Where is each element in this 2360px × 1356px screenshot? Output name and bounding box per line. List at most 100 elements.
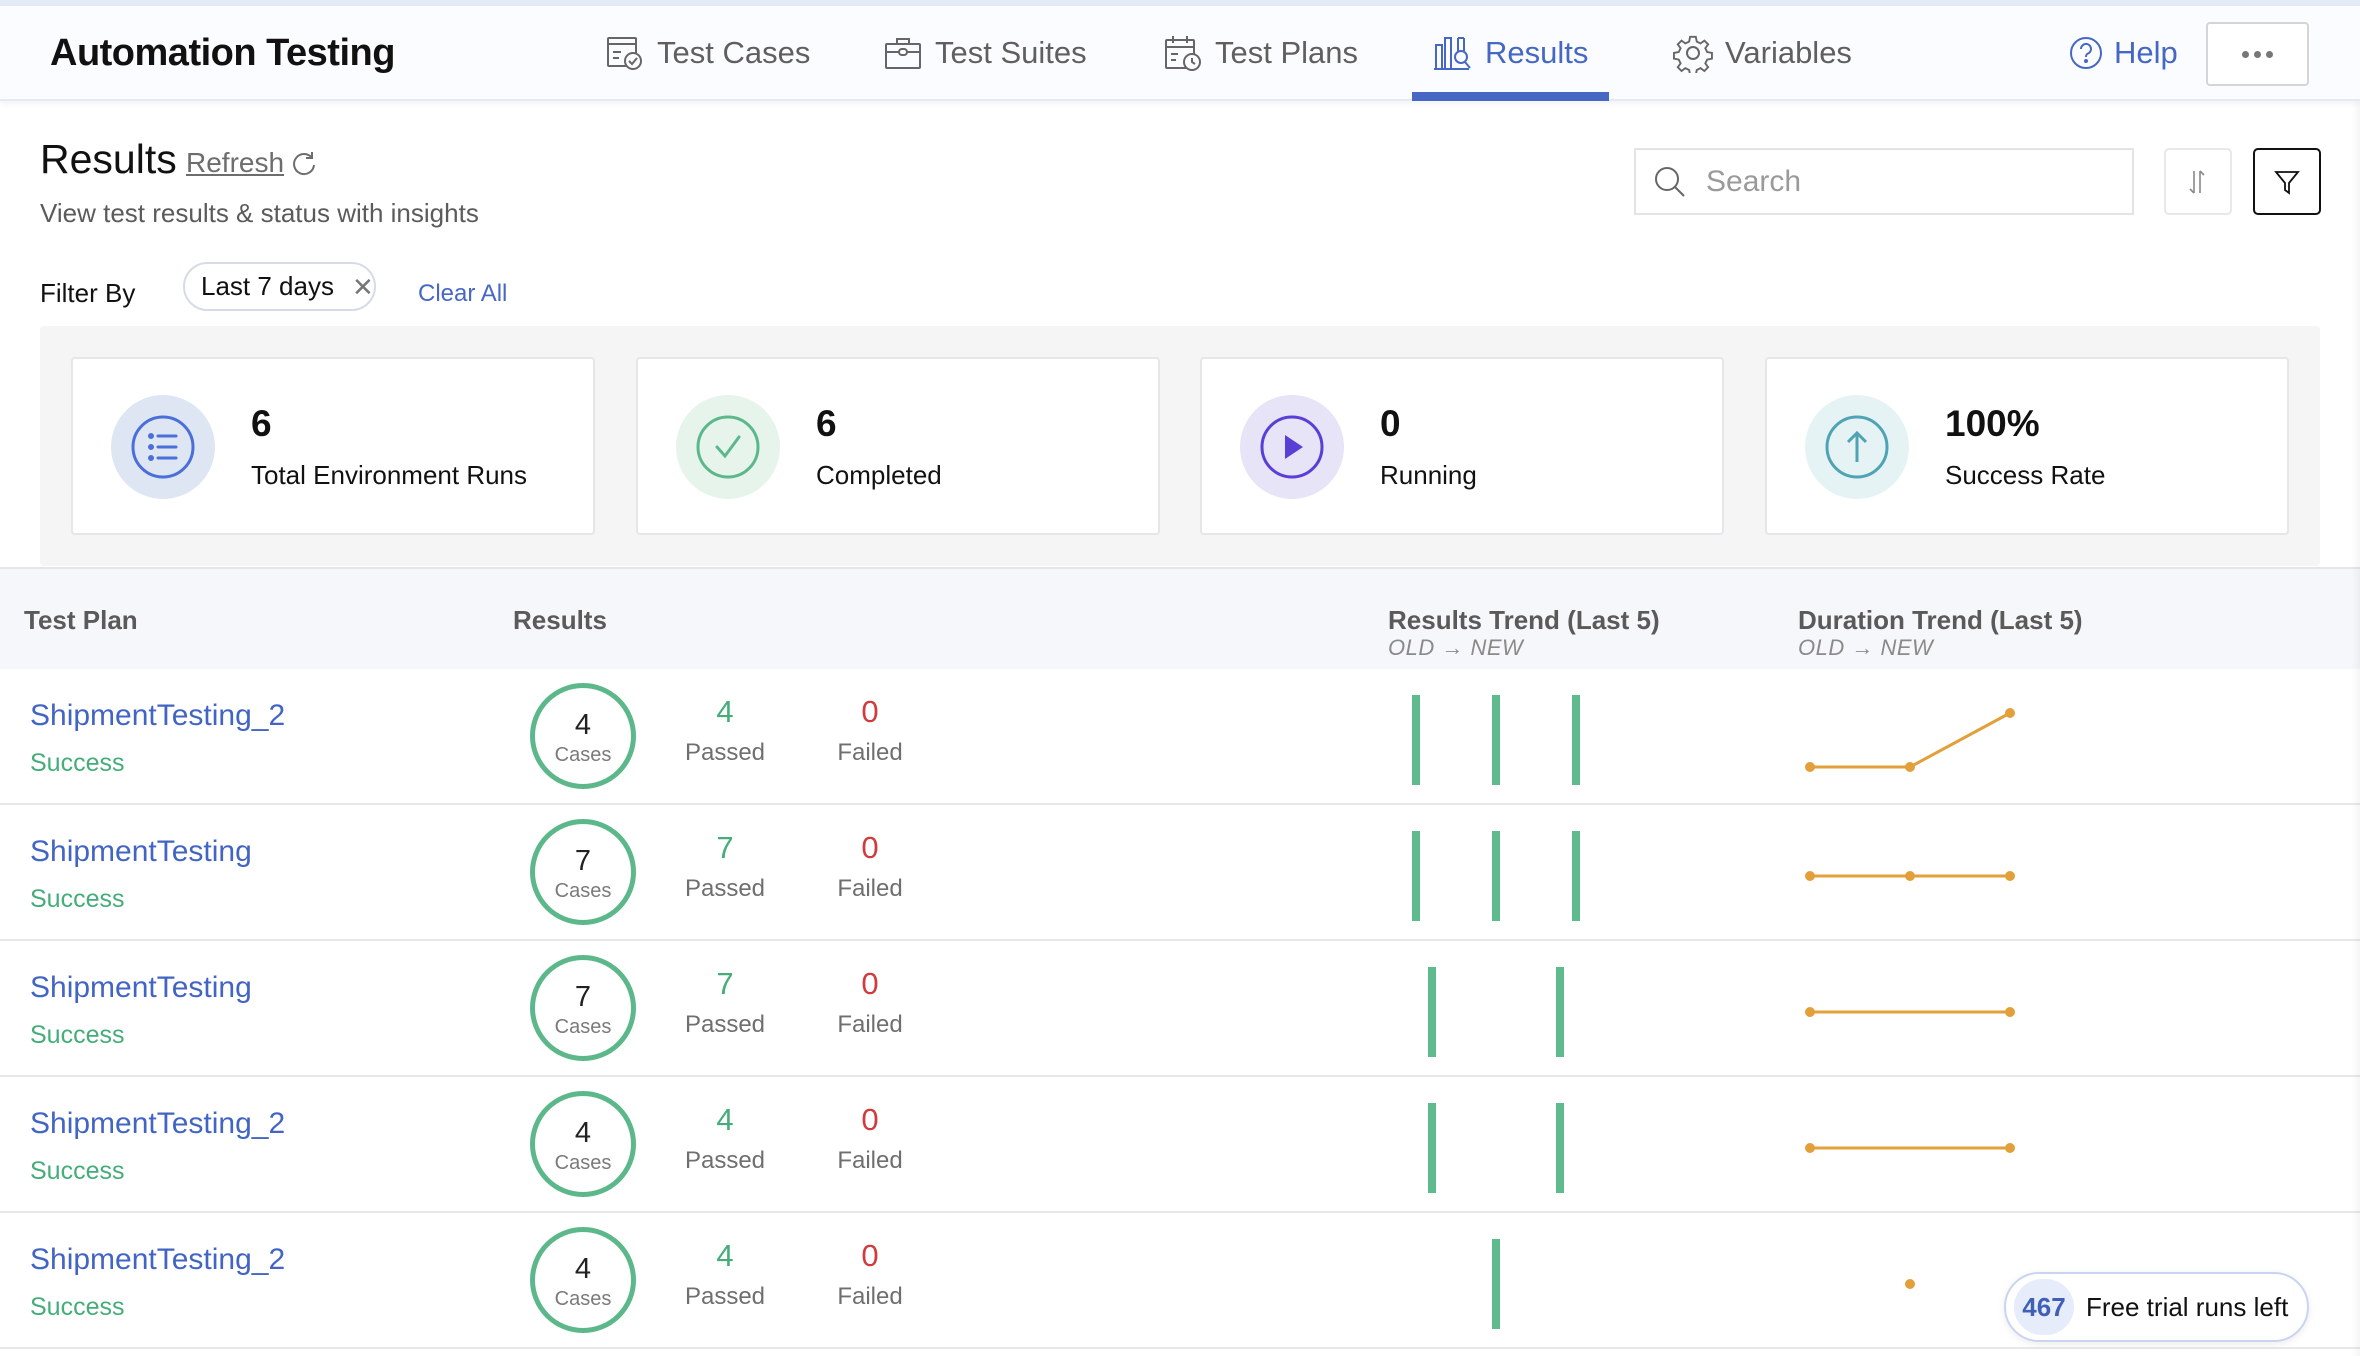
cases-ring: 7 Cases [530,955,636,1061]
test-plan-link[interactable]: ShipmentTesting_2 [30,1243,285,1277]
sort-button[interactable] [2164,148,2232,215]
table-row[interactable]: ShipmentTesting_2 Success 4 Cases 4 Pass… [0,1077,2360,1213]
gear-icon [1673,35,1713,73]
more-options-button[interactable] [2206,22,2309,86]
play-circle-icon [1240,395,1344,499]
duration-trend-point [2005,871,2015,881]
run-status: Success [30,1021,125,1049]
cases-ring: 4 Cases [530,1227,636,1333]
duration-trend-point [1805,1007,1815,1017]
stat-label: Success Rate [1945,460,2106,490]
passed-metric: 4 Passed [670,694,780,767]
passed-count: 4 [716,1102,734,1137]
passed-count: 7 [716,830,734,865]
new-label: NEW [1880,635,1934,660]
cases-count: 7 [574,845,592,877]
table-row[interactable]: ShipmentTesting Success 7 Cases 7 Passed… [0,941,2360,1077]
tab-test-suites[interactable]: Test Suites [883,30,1087,76]
top-nav-bar: Automation Testing Test Cases Test Suite… [0,0,2360,101]
chart-search-icon [1434,37,1471,70]
duration-trend-point [2005,1007,2015,1017]
run-status: Success [30,885,125,913]
results-trend-bar [1492,1239,1500,1329]
results-trend-bar [1572,831,1580,921]
cases-label: Cases [554,1152,612,1174]
app-title: Automation Testing [50,32,395,74]
stat-value: 6 [251,403,272,444]
filter-button[interactable] [2253,148,2321,215]
duration-trend-point [1805,1143,1815,1153]
duration-trend-point [1905,871,1915,881]
search-icon [1655,166,1685,197]
duration-trend-point [2005,708,2015,718]
cases-count: 4 [574,1117,592,1149]
cases-label: Cases [554,880,612,902]
results-trend-bar [1572,695,1580,785]
stat-label: Total Environment Runs [251,460,528,490]
sort-icon [2189,169,2205,194]
table-row[interactable]: ShipmentTesting_2 Success 4 Cases 4 Pass… [0,1213,2360,1349]
tab-test-plans[interactable]: Test Plans [1163,30,1358,76]
results-trend-bar [1492,831,1500,921]
tab-variables[interactable]: Variables [1673,30,1852,76]
trend-sparklines [1428,1103,2015,1193]
test-plan-link[interactable]: ShipmentTesting_2 [30,1107,285,1141]
cases-label: Cases [554,1288,612,1310]
stat-value: 0 [1380,403,1401,444]
arrow-right-icon: → [1441,635,1471,660]
test-plan-link[interactable]: ShipmentTesting_2 [30,699,285,733]
passed-label: Passed [684,875,766,903]
tab-label: Test Suites [935,35,1087,70]
column-header-results[interactable]: Results [513,605,607,636]
column-header-duration-trend: Duration Trend (Last 5) [1798,605,2083,635]
test-cases-icon [607,37,642,70]
table-row[interactable]: ShipmentTesting Success 7 Cases 7 Passed… [0,805,2360,941]
passed-label: Passed [684,739,766,767]
help-link[interactable]: Help [2068,30,2178,76]
tab-results[interactable]: Results [1433,30,1588,76]
free-trial-badge[interactable]: 467 Free trial runs left [2004,1272,2309,1342]
refresh-button[interactable]: Refresh [186,147,318,179]
test-plan-link[interactable]: ShipmentTesting [30,971,252,1005]
search-field[interactable] [1634,148,2134,215]
run-status: Success [30,1157,125,1185]
search-input[interactable] [1706,164,2106,199]
failed-label: Failed [837,739,903,767]
tab-label: Variables [1725,35,1852,70]
stat-card-running: 0 Running [1200,357,1724,535]
page-title: Results [40,136,177,182]
test-plan-link[interactable]: ShipmentTesting [30,835,252,869]
run-status: Success [30,1293,125,1321]
passed-label: Passed [684,1011,766,1039]
table-row[interactable]: ShipmentTesting_2 Success 4 Cases 4 Pass… [0,669,2360,805]
tab-label: Test Plans [1215,35,1359,70]
more-horizontal-icon [2242,50,2249,58]
arrow-up-circle-icon [1805,395,1909,499]
old-label: OLD [1388,635,1435,660]
passed-label: Passed [684,1147,766,1175]
results-trend-bar [1492,695,1500,785]
briefcase-icon [885,38,921,69]
stat-label: Running [1380,460,1477,490]
dot [2266,50,2273,58]
close-icon[interactable]: ✕ [352,274,374,300]
trend-sparklines [1412,695,2015,785]
tab-label: Test Cases [657,35,811,70]
passed-count: 4 [716,694,734,729]
failed-count: 0 [861,694,879,729]
funnel-icon [2274,170,2300,195]
cases-count: 4 [574,1253,592,1285]
column-header-test-plan[interactable]: Test Plan [24,605,138,636]
stat-card-completed: 6 Completed [636,357,1160,535]
passed-metric: 4 Passed [670,1102,780,1175]
tab-test-cases[interactable]: Test Cases [605,30,810,76]
trend-sparklines [1428,967,2015,1057]
passed-count: 7 [716,966,734,1001]
filter-chip-date[interactable]: Last 7 days ✕ [183,262,376,311]
help-circle-icon [2070,37,2102,69]
cases-ring: 4 Cases [530,1091,636,1197]
arrow-right-icon: → [1851,635,1881,660]
new-label: NEW [1470,635,1524,660]
failed-metric: 0 Failed [815,830,925,903]
clear-all-button[interactable]: Clear All [418,280,507,308]
